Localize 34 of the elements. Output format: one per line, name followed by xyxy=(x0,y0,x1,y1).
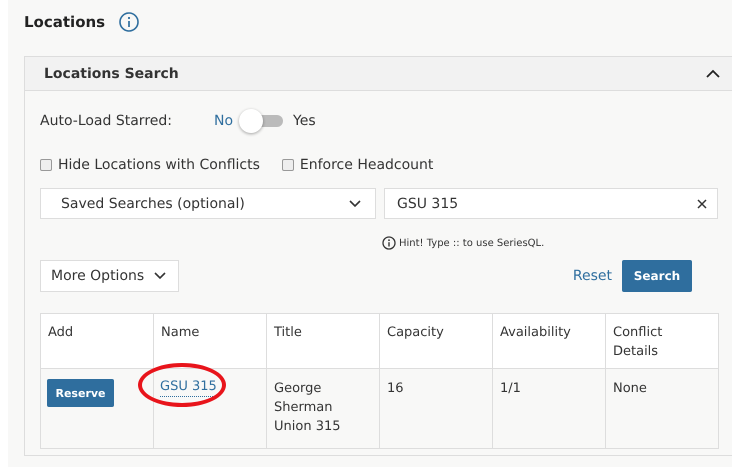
location-link[interactable]: GSU 315 xyxy=(160,378,217,397)
panel-header[interactable]: Locations Search xyxy=(25,57,732,91)
search-button[interactable]: Search xyxy=(622,260,692,292)
table-cell-text: 1/1 xyxy=(499,380,522,398)
saved-searches-dropdown[interactable]: Saved Searches (optional) xyxy=(40,188,376,219)
info-icon[interactable] xyxy=(119,12,140,32)
clear-icon[interactable] xyxy=(697,199,707,209)
checkbox-label: Enforce Headcount xyxy=(300,157,434,173)
column-header: Availability xyxy=(499,324,572,342)
page-title: Locations xyxy=(24,13,106,31)
column-header: Conflict Details xyxy=(612,324,664,361)
table-cell-text: None xyxy=(612,380,648,398)
chevron-down-icon xyxy=(349,200,361,208)
reset-link[interactable]: Reset xyxy=(572,268,612,284)
column-header: Name xyxy=(160,324,200,342)
info-icon xyxy=(382,236,396,250)
search-field[interactable]: GSU 315 xyxy=(384,188,718,219)
toggle-off-label: No xyxy=(214,113,234,129)
auto-load-label: Auto-Load Starred: xyxy=(40,113,173,129)
table-cell-text: 16 xyxy=(386,380,405,398)
toggle-on-label: Yes xyxy=(293,113,316,129)
checkbox[interactable] xyxy=(40,159,52,171)
column-header: Title xyxy=(273,324,303,342)
reserve-button[interactable]: Reserve xyxy=(47,379,114,407)
more-options-button[interactable]: More Options xyxy=(40,260,180,292)
chevron-up-icon[interactable] xyxy=(706,69,720,78)
column-header: Capacity xyxy=(386,324,445,342)
checkbox-label: Hide Locations with Conflicts xyxy=(58,157,260,173)
column-header: Add xyxy=(47,324,74,342)
hint-text: Hint! Type :: to use SeriesQL. xyxy=(399,238,544,248)
checkbox[interactable] xyxy=(282,159,294,171)
chevron-down-icon xyxy=(154,272,166,280)
table-cell-text: George Sherman Union 315 xyxy=(273,380,342,436)
panel-title: Locations Search xyxy=(44,66,179,82)
